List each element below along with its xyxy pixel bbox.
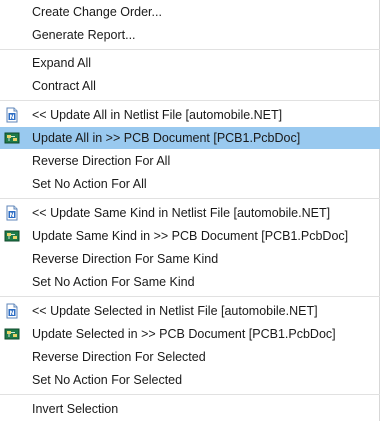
menu-separator: [0, 100, 380, 101]
menu-item-reverse-direction-selected[interactable]: Reverse Direction For Selected: [0, 346, 380, 368]
menu-item-label: Update All in >> PCB Document [PCB1.PcbD…: [32, 131, 301, 145]
netlist-file-icon: N: [4, 205, 20, 221]
menu-item-label: << Update Same Kind in Netlist File [aut…: [32, 206, 331, 220]
menu-item-reverse-direction-all[interactable]: Reverse Direction For All: [0, 150, 380, 172]
netlist-file-icon: N: [4, 107, 20, 123]
menu-item-label: << Update Selected in Netlist File [auto…: [32, 304, 318, 318]
menu-separator: [0, 296, 380, 297]
menu-item-label: Reverse Direction For All: [32, 154, 171, 168]
menu-item-label: Generate Report...: [32, 28, 136, 42]
menu-separator: [0, 394, 380, 395]
menu-item-invert-selection[interactable]: Invert Selection: [0, 398, 380, 420]
svg-text:N: N: [9, 212, 14, 219]
netlist-file-icon: N: [4, 303, 20, 319]
menu-item-update-selected-pcb[interactable]: Update Selected in >> PCB Document [PCB1…: [0, 323, 380, 345]
menu-item-expand-all[interactable]: Expand All: [0, 52, 380, 74]
menu-item-update-selected-netlist[interactable]: N << Update Selected in Netlist File [au…: [0, 300, 380, 322]
menu-item-set-no-action-all[interactable]: Set No Action For All: [0, 173, 380, 195]
menu-item-reverse-direction-same-kind[interactable]: Reverse Direction For Same Kind: [0, 248, 380, 270]
menu-item-update-all-pcb[interactable]: Update All in >> PCB Document [PCB1.PcbD…: [0, 127, 380, 149]
menu-item-update-same-kind-netlist[interactable]: N << Update Same Kind in Netlist File [a…: [0, 202, 380, 224]
menu-item-update-same-kind-pcb[interactable]: Update Same Kind in >> PCB Document [PCB…: [0, 225, 380, 247]
menu-item-label: Update Selected in >> PCB Document [PCB1…: [32, 327, 336, 341]
menu-item-label: Contract All: [32, 79, 96, 93]
pcb-document-icon: [4, 130, 20, 146]
menu-item-generate-report[interactable]: Generate Report...: [0, 24, 380, 46]
menu-separator: [0, 198, 380, 199]
menu-item-label: Create Change Order...: [32, 5, 162, 19]
svg-text:N: N: [9, 114, 14, 121]
menu-item-label: Reverse Direction For Same Kind: [32, 252, 219, 266]
menu-item-label: Reverse Direction For Selected: [32, 350, 206, 364]
menu-separator: [0, 49, 380, 50]
menu-item-set-no-action-selected[interactable]: Set No Action For Selected: [0, 369, 380, 391]
menu-item-create-change-order[interactable]: Create Change Order...: [0, 1, 380, 23]
menu-item-label: Invert Selection: [32, 402, 119, 416]
menu-item-contract-all[interactable]: Contract All: [0, 75, 380, 97]
menu-item-label: << Update All in Netlist File [automobil…: [32, 108, 283, 122]
menu-item-update-all-netlist[interactable]: N << Update All in Netlist File [automob…: [0, 104, 380, 126]
menu-item-label: Set No Action For Selected: [32, 373, 183, 387]
context-menu: Create Change Order... Generate Report..…: [0, 0, 380, 421]
menu-item-label: Update Same Kind in >> PCB Document [PCB…: [32, 229, 349, 243]
menu-item-set-no-action-same-kind[interactable]: Set No Action For Same Kind: [0, 271, 380, 293]
svg-text:N: N: [9, 310, 14, 317]
menu-item-label: Set No Action For All: [32, 177, 147, 191]
menu-item-label: Expand All: [32, 56, 92, 70]
pcb-document-icon: [4, 228, 20, 244]
menu-item-label: Set No Action For Same Kind: [32, 275, 195, 289]
pcb-document-icon: [4, 326, 20, 342]
